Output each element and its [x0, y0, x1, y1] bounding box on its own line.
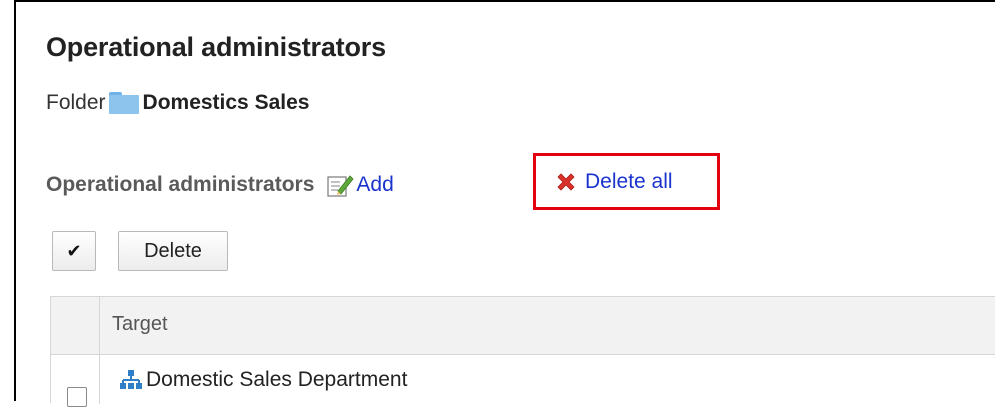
column-header-target: Target: [112, 313, 168, 335]
administrators-table: Target Domestic Sales Department: [50, 296, 995, 407]
delete-all-link[interactable]: Delete all: [555, 170, 673, 194]
section-header: Operational administrators Add: [46, 165, 394, 205]
page-title: Operational administrators: [46, 32, 386, 62]
select-all-button[interactable]: ✔: [52, 231, 96, 271]
checkmark-icon: ✔: [66, 240, 82, 261]
folder-name: Domestics Sales: [142, 91, 310, 114]
add-label: Add: [356, 173, 394, 196]
row-target-name: Domestic Sales Department: [146, 368, 408, 391]
table-row: Domestic Sales Department: [120, 368, 407, 392]
delete-all-label: Delete all: [585, 170, 673, 193]
section-title: Operational administrators: [46, 173, 315, 196]
row-checkbox[interactable]: [67, 387, 87, 407]
table-header: Target: [51, 297, 995, 355]
edit-note-icon: [327, 175, 354, 197]
red-x-icon: [557, 173, 575, 191]
delete-button[interactable]: Delete: [118, 231, 228, 271]
app-window: Operational administrators Folder Domest…: [14, 0, 995, 407]
folder-breadcrumb: Folder Domestics Sales: [46, 88, 309, 118]
add-link[interactable]: Add: [326, 172, 394, 198]
organization-icon: [120, 370, 142, 389]
column-divider: [99, 297, 100, 404]
folder-icon: [108, 92, 139, 114]
folder-label: Folder: [46, 91, 106, 114]
